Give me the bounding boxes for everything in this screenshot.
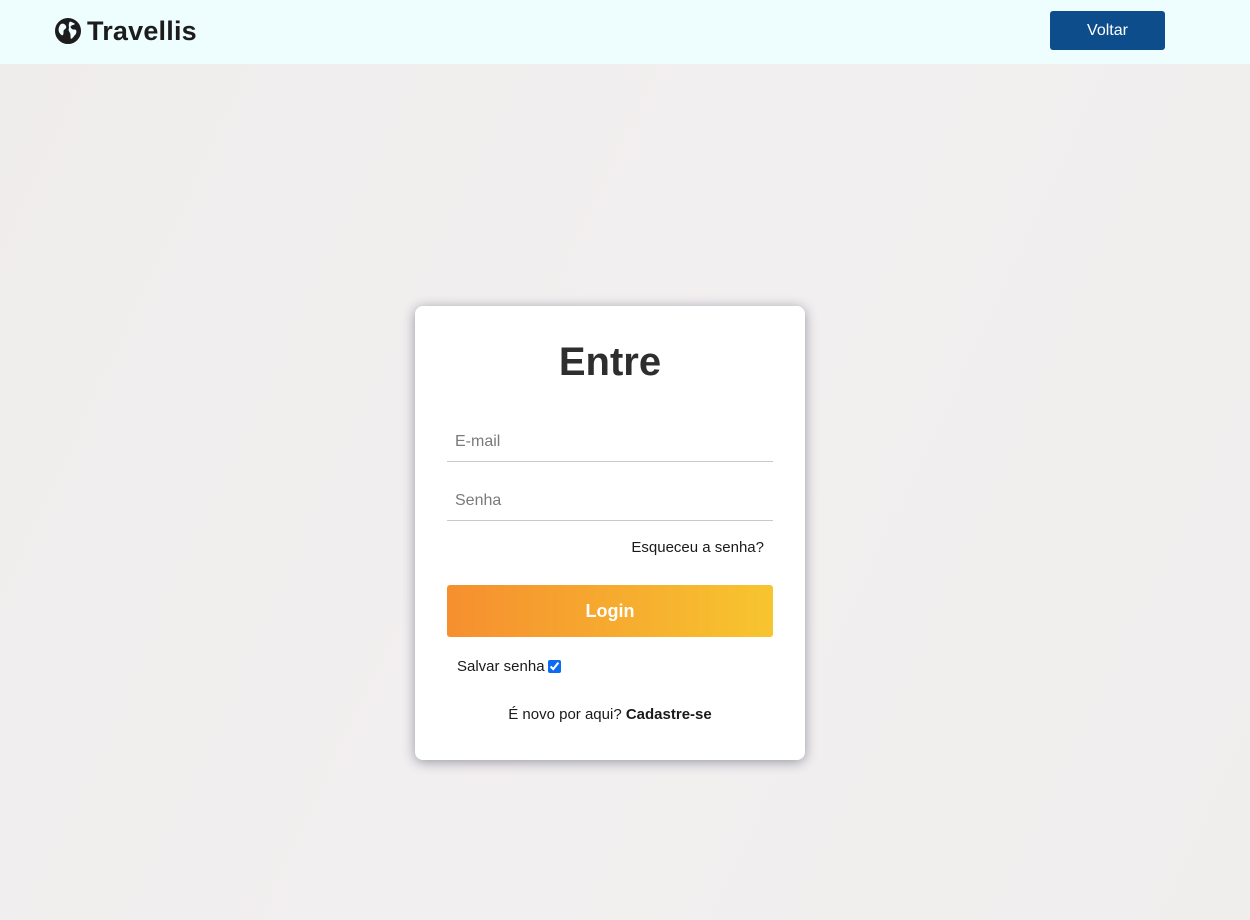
forgot-password-link[interactable]: Esqueceu a senha? — [631, 539, 764, 556]
login-card: Entre Esqueceu a senha? Login Salvar sen… — [415, 306, 805, 760]
brand[interactable]: Travellis — [55, 14, 197, 48]
brand-name: Travellis — [87, 16, 197, 46]
signup-link[interactable]: Cadastre-se — [626, 706, 712, 723]
top-navbar: Travellis Voltar — [0, 0, 1250, 64]
email-field[interactable] — [447, 422, 773, 462]
remember-password-label: Salvar senha — [457, 658, 545, 675]
back-button[interactable]: Voltar — [1050, 11, 1165, 50]
signup-prompt-line: É novo por aqui? Cadastre-se — [415, 706, 805, 723]
login-title: Entre — [558, 340, 662, 384]
globe-icon — [55, 18, 81, 44]
password-field[interactable] — [447, 481, 773, 521]
login-button[interactable]: Login — [447, 585, 773, 637]
remember-password-checkbox[interactable] — [547, 660, 561, 673]
remember-password[interactable]: Salvar senha — [457, 658, 561, 675]
signup-prompt: É novo por aqui? — [508, 706, 626, 723]
